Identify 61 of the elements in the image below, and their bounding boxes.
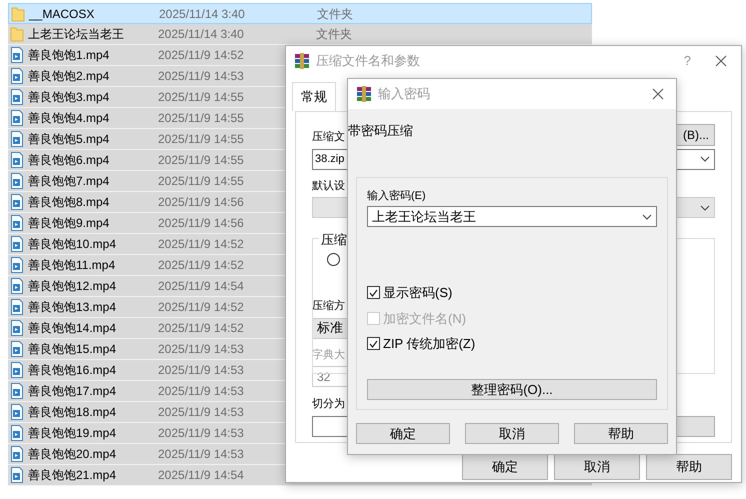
file-date: 2025/11/9 14:55 bbox=[158, 131, 245, 148]
file-date: 2025/11/9 14:52 bbox=[158, 47, 245, 64]
file-date: 2025/11/9 14:52 bbox=[158, 320, 245, 337]
file-name: 善良饱饱2.mp4 bbox=[28, 68, 110, 85]
file-name: 善良饱饱14.mp4 bbox=[28, 320, 118, 337]
file-name: 善良饱饱3.mp4 bbox=[28, 89, 110, 106]
field-label: 默认设 bbox=[312, 178, 345, 194]
file-name: 善良饱饱17.mp4 bbox=[28, 383, 118, 400]
file-date: 2025/11/9 14:53 bbox=[158, 383, 245, 400]
checkbox-label: 显示密码(S) bbox=[383, 284, 452, 302]
file-date: 2025/11/9 14:55 bbox=[158, 110, 245, 127]
file-date: 2025/11/9 14:52 bbox=[158, 257, 245, 274]
file-name: 善良饱饱6.mp4 bbox=[28, 152, 110, 169]
file-name: 善良饱饱9.mp4 bbox=[28, 215, 110, 232]
file-name: 善良饱饱12.mp4 bbox=[28, 278, 118, 295]
file-name: 善良饱饱20.mp4 bbox=[28, 446, 118, 463]
file-name: 善良饱饱8.mp4 bbox=[28, 194, 110, 211]
file-date: 2025/11/9 14:54 bbox=[158, 467, 245, 484]
file-date: 2025/11/9 14:55 bbox=[158, 152, 245, 169]
file-date: 2025/11/9 14:55 bbox=[158, 173, 245, 190]
checkbox-label: 加密文件名(N) bbox=[383, 310, 466, 328]
file-date: 2025/11/9 14:52 bbox=[158, 236, 245, 253]
file-name: 善良饱饱4.mp4 bbox=[28, 110, 110, 127]
file-name: 善良饱饱19.mp4 bbox=[28, 425, 118, 442]
file-name: 善良饱饱10.mp4 bbox=[28, 236, 118, 253]
file-date: 2025/11/9 14:56 bbox=[158, 194, 245, 211]
dialog-title: 输入密码 bbox=[378, 85, 430, 104]
file-date: 2025/11/9 14:55 bbox=[158, 89, 245, 106]
dialog-heading: 带密码压缩 bbox=[348, 122, 413, 140]
file-name: 善良饱饱16.mp4 bbox=[28, 362, 118, 379]
file-name: 善良饱饱11.mp4 bbox=[28, 257, 116, 274]
field-label: 压缩方 bbox=[312, 298, 345, 314]
file-name: __MACOSX bbox=[29, 6, 96, 22]
field-value: 38.zip bbox=[315, 152, 344, 167]
file-date: 2025/11/9 14:53 bbox=[158, 341, 245, 358]
file-name: 善良饱饱1.mp4 bbox=[28, 47, 110, 64]
file-name: 善良饱饱7.mp4 bbox=[28, 173, 110, 190]
checkbox-label: ZIP 传统加密(Z) bbox=[383, 335, 476, 353]
file-name: 善良饱饱15.mp4 bbox=[28, 341, 118, 358]
field-value: 上老王论坛当老王 bbox=[372, 208, 476, 226]
file-date: 2025/11/9 14:53 bbox=[158, 362, 245, 379]
field-label: 输入密码(E) bbox=[367, 188, 426, 204]
file-name: 善良饱饱21.mp4 bbox=[28, 467, 118, 484]
field-label: 切分为 bbox=[312, 397, 345, 412]
file-date: 2025/11/9 14:56 bbox=[158, 215, 245, 232]
file-date: 2025/11/9 14:54 bbox=[158, 278, 245, 295]
file-type: 文件夹 bbox=[316, 26, 352, 43]
file-date: 2025/11/9 14:52 bbox=[158, 299, 245, 316]
file-date: 2025/11/9 14:53 bbox=[158, 425, 245, 442]
file-name: 善良饱饱18.mp4 bbox=[28, 404, 118, 421]
file-name: 善良饱饱13.mp4 bbox=[28, 299, 118, 316]
file-name: 上老王论坛当老王 bbox=[28, 26, 125, 43]
file-date: 2025/11/14 3:40 bbox=[158, 26, 245, 43]
file-name: 善良饱饱5.mp4 bbox=[28, 131, 110, 148]
file-type: 文件夹 bbox=[317, 6, 353, 22]
file-date: 2025/11/14 3:40 bbox=[159, 6, 246, 22]
dialog-title: 压缩文件名和参数 bbox=[316, 52, 420, 70]
file-date: 2025/11/9 14:53 bbox=[158, 404, 245, 421]
field-label: 压缩文 bbox=[312, 130, 345, 145]
file-date: 2025/11/9 14:53 bbox=[158, 446, 245, 463]
file-date: 2025/11/9 14:53 bbox=[158, 68, 245, 85]
